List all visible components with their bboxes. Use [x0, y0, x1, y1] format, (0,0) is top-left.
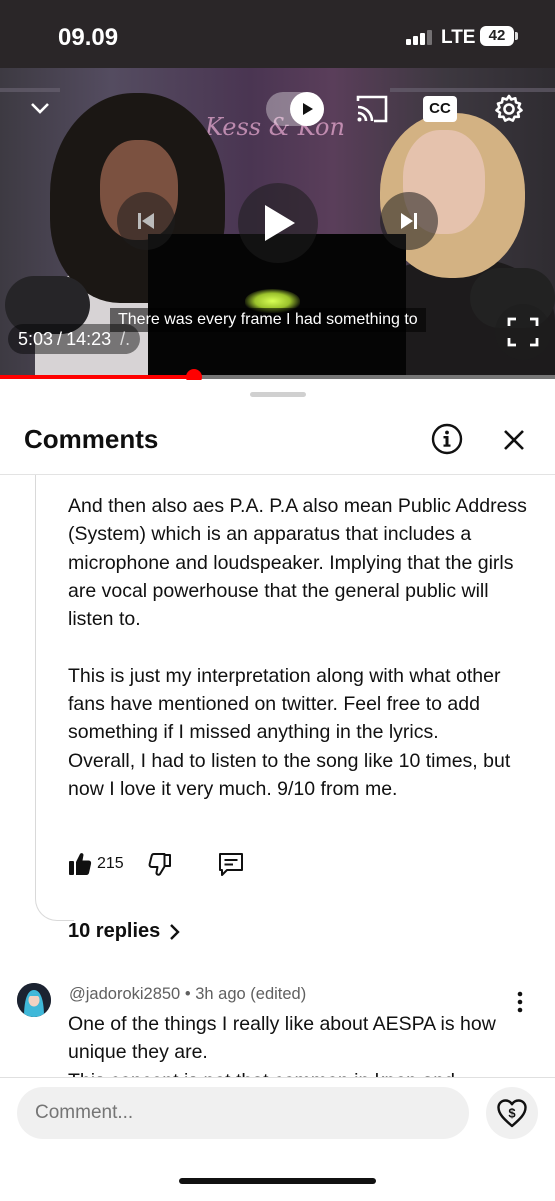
divider: [0, 474, 555, 475]
svg-text:$: $: [508, 1106, 516, 1121]
duration: 14:23: [66, 329, 112, 349]
comment-meta: @jadoroki2850 • 3h ago (edited): [69, 985, 306, 1004]
network-label: LTE: [441, 27, 476, 48]
home-indicator: [179, 1178, 376, 1184]
video-progress-bar[interactable]: [0, 369, 555, 385]
time-separator: /: [57, 329, 63, 349]
info-icon[interactable]: [431, 423, 463, 455]
comments-title: Comments: [24, 424, 159, 454]
comment-body: One of the things I really like about AE…: [68, 1013, 496, 1064]
like-count: 215: [97, 855, 124, 872]
more-vert-icon[interactable]: [510, 990, 530, 1014]
comment-composer: $: [0, 1077, 555, 1201]
comment-body: And then also aes P.A. P.A also mean Pub…: [68, 492, 538, 803]
video-player[interactable]: Kess & Kon CC There was every frame I ha…: [0, 68, 555, 378]
previous-icon[interactable]: [117, 192, 175, 250]
current-time: 5:03: [18, 329, 54, 349]
meta-dot: •: [184, 985, 191, 1003]
super-thanks-button[interactable]: $: [486, 1087, 538, 1139]
close-icon[interactable]: [500, 426, 528, 454]
play-icon[interactable]: [238, 183, 318, 263]
view-replies-button[interactable]: 10 replies: [68, 920, 180, 943]
replies-label: 10 replies: [68, 920, 161, 942]
cast-icon[interactable]: [353, 92, 391, 126]
settings-gear-icon[interactable]: [492, 92, 526, 126]
chevron-right-icon: [170, 923, 180, 940]
avatar[interactable]: [17, 983, 51, 1017]
drag-handle[interactable]: [250, 392, 306, 397]
comment-author[interactable]: @jadoroki2850: [69, 985, 180, 1003]
status-time: 09.09: [58, 24, 119, 51]
overlay-fragment: /.: [120, 329, 131, 349]
fullscreen-icon[interactable]: [495, 304, 551, 360]
signal-icon: [406, 29, 434, 45]
thumbs-up-icon[interactable]: [68, 851, 92, 882]
super-thanks-icon: $: [497, 1099, 527, 1128]
comment-input[interactable]: [17, 1087, 469, 1139]
battery-icon: 42: [480, 26, 518, 46]
status-bar: 09.09 LTE 42: [0, 0, 555, 68]
autoplay-toggle-icon[interactable]: [266, 92, 324, 126]
thumbs-down-icon[interactable]: [148, 852, 172, 883]
next-icon[interactable]: [380, 192, 438, 250]
comments-sheet: Comments And then also aes P.A. P.A also…: [0, 380, 555, 1201]
reply-icon[interactable]: [218, 852, 244, 883]
cc-icon[interactable]: CC: [423, 96, 457, 122]
comment-paragraph: And then also aes P.A. P.A also mean Pub…: [68, 495, 527, 631]
bookshelf: [390, 88, 555, 92]
time-display: 5:03/14:23 /.: [8, 324, 141, 354]
comment-paragraph: Overall, I had to listen to the song lik…: [68, 749, 511, 800]
caption-text: There was every frame I had something to: [110, 308, 426, 332]
comment-paragraph-blank: [68, 633, 538, 661]
comment-time: 3h ago (edited): [195, 985, 307, 1003]
progress-fill: [0, 375, 195, 379]
comment-actions: 215: [68, 850, 368, 880]
chevron-down-icon[interactable]: [24, 92, 56, 124]
comment-paragraph: This is just my interpretation along wit…: [68, 664, 501, 744]
